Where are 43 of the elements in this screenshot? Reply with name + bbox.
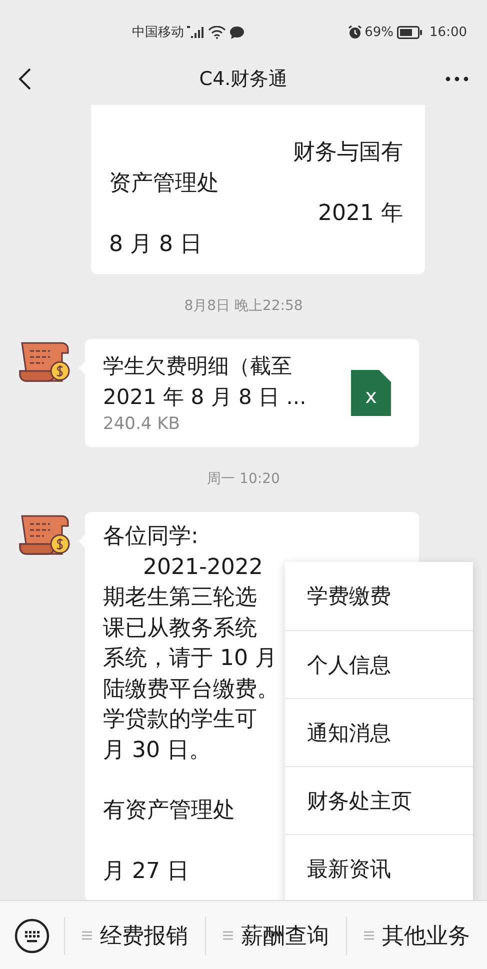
message-text: 系统，请于 10 月 — [103, 645, 277, 673]
keyboard-icon[interactable] — [14, 918, 50, 954]
message-text: 陆缴费平台缴费。 — [103, 676, 279, 704]
wifi-icon — [208, 26, 226, 38]
battery-percent: 69% — [364, 24, 394, 40]
message-text: 2021 年 — [318, 200, 403, 228]
timestamp: 周一 10:20 — [206, 470, 281, 488]
message-text: 各位同学: — [103, 523, 198, 551]
signal-icon — [187, 26, 205, 38]
menu-item[interactable]: 财务处主页 — [285, 766, 473, 834]
message-text: 2021-2022 — [142, 554, 263, 582]
carrier-name: 中国移动 — [132, 24, 184, 41]
message-text: 8 月 8 日 — [109, 230, 202, 258]
message-text: 资产管理处 — [109, 170, 219, 198]
timestamp: 8月8日 晚上22:58 — [183, 297, 304, 315]
menu-item[interactable]: 学费缴费 — [285, 562, 473, 630]
chat-title: C4.财务通 — [199, 67, 288, 92]
file-message[interactable]: 学生欠费明细（截至 2021 年 8 月 8 日 ... 240.4 KB x — [85, 339, 419, 447]
file-name: 学生欠费明细（截至 — [103, 353, 293, 380]
file-name: 2021 年 8 月 8 日 ... — [103, 384, 306, 411]
clock-time: 16:00 — [430, 24, 467, 40]
list-icon — [364, 931, 374, 940]
spreadsheet-file-icon: x — [351, 370, 391, 416]
message-text: 月 27 日 — [103, 858, 189, 886]
alarm-icon — [348, 25, 362, 39]
menu-tab-button[interactable]: 经费报销 — [64, 916, 205, 954]
more-icon[interactable] — [445, 76, 469, 82]
back-icon[interactable] — [18, 68, 32, 90]
message-text: 期老生第三轮选 — [103, 584, 257, 612]
message-text: 月 30 日。 — [103, 736, 211, 764]
battery-icon — [396, 26, 423, 38]
message-text: 有资产管理处 — [103, 797, 235, 825]
file-size: 240.4 KB — [103, 413, 181, 435]
menu-item[interactable]: 个人信息 — [285, 630, 473, 698]
chat-bubble-icon — [229, 26, 245, 38]
message-text: 课已从教务系统 — [103, 614, 257, 642]
menu-tab-button[interactable]: 其他业务 — [346, 916, 487, 954]
menu-item[interactable]: 通知消息 — [285, 698, 473, 766]
list-icon — [223, 931, 233, 940]
menu-tab-button[interactable]: 薪酬查询 — [205, 916, 346, 954]
message-text: 财务与国有 — [293, 139, 403, 167]
list-icon — [82, 931, 92, 940]
message-text: 学贷款的学生可 — [103, 706, 257, 734]
